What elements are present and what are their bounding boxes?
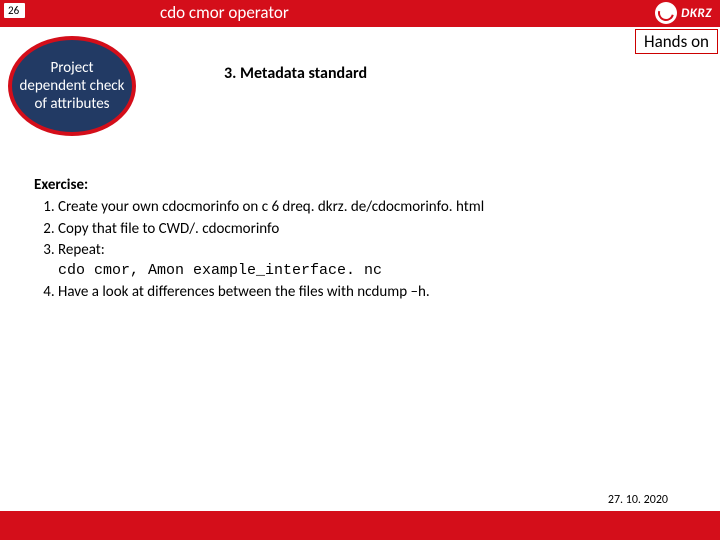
- exercise-heading: Exercise:: [34, 175, 674, 195]
- list-item-text: Have a look at differences between the f…: [58, 283, 430, 301]
- footer-date: 27. 10. 2020: [608, 493, 668, 507]
- hands-on-badge: Hands on: [635, 29, 718, 54]
- logo-text: DKRZ: [681, 6, 712, 21]
- list-item-text: Repeat:: [58, 241, 105, 259]
- callout-text: Project dependent check of attributes: [12, 59, 132, 113]
- exercise-list: Create your own cdocmorinfo on c 6 dreq.…: [34, 197, 674, 302]
- list-item: Repeat: cdo cmor, Amon example_interface…: [58, 240, 674, 282]
- section-title: 3. Metadata standard: [224, 64, 367, 83]
- footer-bar: [0, 511, 720, 540]
- list-item-text: Create your own cdocmorinfo on c 6 dreq.…: [58, 198, 484, 216]
- callout-ellipse: Project dependent check of attributes: [8, 36, 136, 136]
- slide-title: cdo cmor operator: [160, 2, 289, 23]
- header-bar: 26 cdo cmor operator DKRZ: [0, 0, 720, 27]
- list-item-text: Copy that file to CWD/. cdocmorinfo: [58, 220, 279, 238]
- list-item: Copy that file to CWD/. cdocmorinfo: [58, 219, 674, 239]
- list-item: Have a look at differences between the f…: [58, 282, 674, 302]
- exercise-block: Exercise: Create your own cdocmorinfo on…: [34, 175, 674, 304]
- slide-number: 26: [4, 3, 25, 18]
- list-item: Create your own cdocmorinfo on c 6 dreq.…: [58, 197, 674, 217]
- logo: DKRZ: [655, 2, 712, 24]
- logo-swirl-icon: [655, 2, 677, 24]
- code-line: cdo cmor, Amon example_interface. nc: [58, 261, 674, 281]
